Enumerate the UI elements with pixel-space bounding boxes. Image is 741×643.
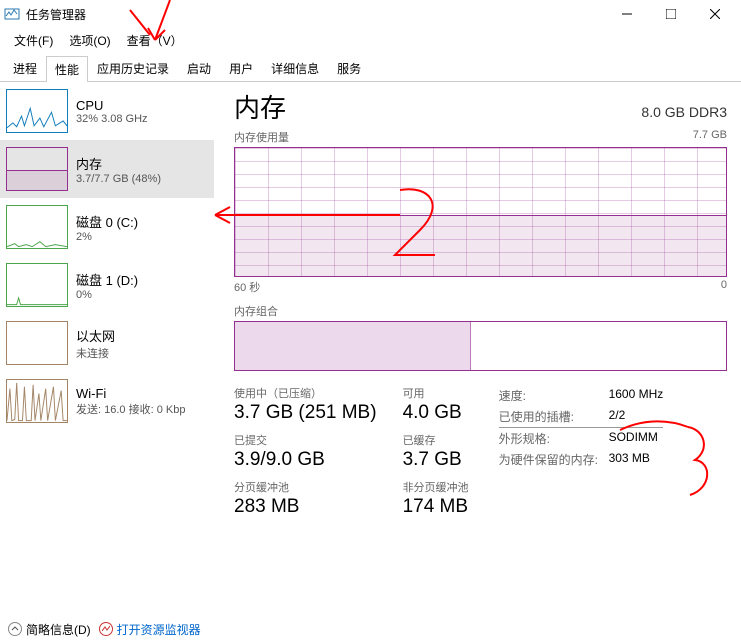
axis-right: 0 xyxy=(721,279,727,295)
tab-startup[interactable]: 启动 xyxy=(178,55,220,81)
usage-label: 内存使用量 xyxy=(234,129,289,145)
tab-details[interactable]: 详细信息 xyxy=(262,55,328,81)
sidebar-disk1-title: 磁盘 1 (D:) xyxy=(76,270,138,289)
cpu-thumb xyxy=(6,89,68,133)
usage-max: 7.7 GB xyxy=(693,129,727,145)
inuse-label: 使用中（已压缩） xyxy=(234,385,377,401)
sidebar-cpu-title: CPU xyxy=(76,98,148,113)
sidebar-item-memory[interactable]: 内存 3.7/7.7 GB (48%) xyxy=(0,140,214,198)
available-label: 可用 xyxy=(403,385,469,401)
sidebar-disk0-title: 磁盘 0 (C:) xyxy=(76,212,138,231)
tab-apphistory[interactable]: 应用历史记录 xyxy=(88,55,178,81)
disk0-thumb xyxy=(6,205,68,249)
sidebar-mem-title: 内存 xyxy=(76,154,161,173)
tab-processes[interactable]: 进程 xyxy=(4,55,46,81)
sidebar-item-disk0[interactable]: 磁盘 0 (C:) 2% xyxy=(0,198,214,256)
sidebar-cpu-sub: 32% 3.08 GHz xyxy=(76,113,148,125)
committed-value: 3.9/9.0 GB xyxy=(234,449,377,471)
maximize-button[interactable] xyxy=(649,0,693,28)
tab-users[interactable]: 用户 xyxy=(220,55,262,81)
resmon-icon xyxy=(99,622,113,636)
slots-k: 已使用的插槽: xyxy=(499,408,599,425)
form-v: SODIMM xyxy=(609,430,658,447)
main-panel: 内存 8.0 GB DDR3 内存使用量 7.7 GB 60 秒 0 内存组合 … xyxy=(214,82,741,621)
open-resmon-link[interactable]: 打开资源监视器 xyxy=(99,621,201,638)
app-icon xyxy=(4,6,20,22)
window-title: 任务管理器 xyxy=(26,6,605,23)
memory-composition-chart xyxy=(234,321,727,371)
disk1-thumb xyxy=(6,263,68,307)
brief-info-toggle[interactable]: 简略信息(D) xyxy=(8,621,91,638)
close-button[interactable] xyxy=(693,0,737,28)
sidebar-wifi-sub: 发送: 16.0 接收: 0 Kbp xyxy=(76,401,185,417)
paged-label: 分页缓冲池 xyxy=(234,479,377,495)
cached-label: 已缓存 xyxy=(403,432,469,448)
tabbar: 进程 性能 应用历史记录 启动 用户 详细信息 服务 xyxy=(0,55,741,82)
page-title: 内存 xyxy=(234,88,286,125)
sidebar-disk0-sub: 2% xyxy=(76,231,138,243)
speed-v: 1600 MHz xyxy=(609,387,664,404)
nonpaged-value: 174 MB xyxy=(403,496,469,518)
memory-spec: 8.0 GB DDR3 xyxy=(641,104,727,120)
form-k: 外形规格: xyxy=(499,430,599,447)
wifi-thumb xyxy=(6,379,68,423)
speed-k: 速度: xyxy=(499,387,599,404)
hw-v: 303 MB xyxy=(609,451,650,468)
memory-thumb xyxy=(6,147,68,191)
slots-v: 2/2 xyxy=(609,408,626,425)
resmon-label: 打开资源监视器 xyxy=(117,621,201,638)
sidebar-item-cpu[interactable]: CPU 32% 3.08 GHz xyxy=(0,82,214,140)
sidebar-wifi-title: Wi-Fi xyxy=(76,386,185,401)
tab-performance[interactable]: 性能 xyxy=(46,56,88,82)
memory-usage-chart xyxy=(234,147,727,277)
sidebar-item-ethernet[interactable]: 以太网 未连接 xyxy=(0,314,214,372)
tab-services[interactable]: 服务 xyxy=(328,55,370,81)
cached-value: 3.7 GB xyxy=(403,449,469,471)
footer: 简略信息(D) 打开资源监视器 xyxy=(0,615,741,643)
nonpaged-label: 非分页缓冲池 xyxy=(403,479,469,495)
eth-thumb xyxy=(6,321,68,365)
sidebar-eth-title: 以太网 xyxy=(76,326,115,345)
minimize-button[interactable] xyxy=(605,0,649,28)
sidebar-item-wifi[interactable]: Wi-Fi 发送: 16.0 接收: 0 Kbp xyxy=(0,372,214,430)
inuse-value: 3.7 GB (251 MB) xyxy=(234,402,377,424)
paged-value: 283 MB xyxy=(234,496,377,518)
menu-file[interactable]: 文件(F) xyxy=(6,30,61,51)
brief-label: 简略信息(D) xyxy=(26,621,91,638)
axis-left: 60 秒 xyxy=(234,279,260,295)
sidebar-item-disk1[interactable]: 磁盘 1 (D:) 0% xyxy=(0,256,214,314)
sidebar-disk1-sub: 0% xyxy=(76,289,138,301)
committed-label: 已提交 xyxy=(234,432,377,448)
sidebar-eth-sub: 未连接 xyxy=(76,345,115,361)
menubar: 文件(F) 选项(O) 查看（V） xyxy=(0,28,741,53)
chevron-up-icon xyxy=(8,622,22,636)
menu-view[interactable]: 查看（V） xyxy=(119,30,191,51)
titlebar: 任务管理器 xyxy=(0,0,741,28)
sidebar-mem-sub: 3.7/7.7 GB (48%) xyxy=(76,173,161,185)
menu-options[interactable]: 选项(O) xyxy=(61,30,118,51)
composition-label: 内存组合 xyxy=(234,303,727,319)
hw-k: 为硬件保留的内存: xyxy=(499,451,599,468)
sidebar: CPU 32% 3.08 GHz 内存 3.7/7.7 GB (48%) 磁盘 … xyxy=(0,82,214,621)
available-value: 4.0 GB xyxy=(403,402,469,424)
